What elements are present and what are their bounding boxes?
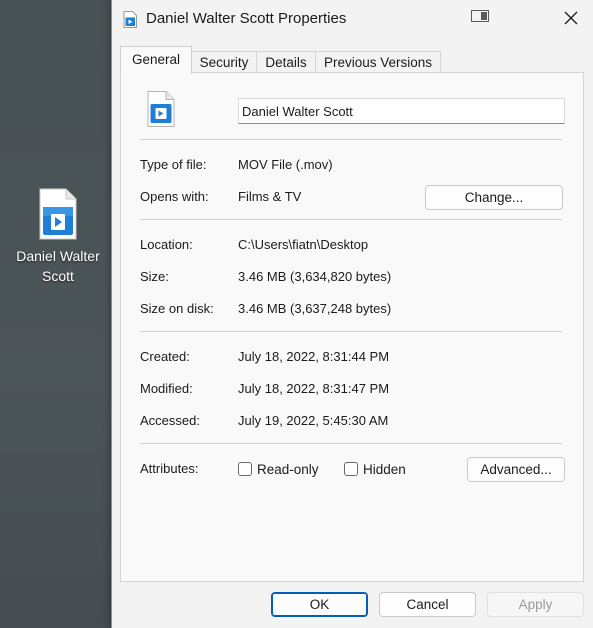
tab-details[interactable]: Details [256,51,316,73]
desktop-file-label: Daniel Walter Scott [16,248,100,284]
snap-layout-icon[interactable] [471,10,489,22]
location-value: C:\Users\fiatn\Desktop [238,237,369,252]
cancel-button[interactable]: Cancel [379,592,476,617]
change-button[interactable]: Change... [425,185,563,210]
type-of-file-label: Type of file: [140,157,207,172]
divider [140,139,562,140]
properties-dialog: Daniel Walter Scott Properties General S… [111,0,593,628]
opens-with-label: Opens with: [140,189,209,204]
size-label: Size: [140,269,169,284]
divider [140,219,562,220]
created-label: Created: [140,349,190,364]
title-bar[interactable]: Daniel Walter Scott Properties [112,0,593,38]
ok-button[interactable]: OK [271,592,368,617]
type-of-file-value: MOV File (.mov) [238,157,333,172]
opens-with-value: Films & TV [238,189,302,204]
read-only-checkbox[interactable] [238,462,252,476]
tab-security[interactable]: Security [191,51,257,73]
read-only-label[interactable]: Read-only [257,462,319,477]
general-panel: Type of file: MOV File (.mov) Opens with… [120,72,584,582]
tab-general[interactable]: General [120,46,192,74]
mov-file-icon [38,188,78,240]
file-name-input[interactable] [238,98,565,124]
window-title: Daniel Walter Scott Properties [146,10,347,27]
hidden-checkbox[interactable] [344,462,358,476]
apply-button[interactable]: Apply [487,592,584,617]
hidden-label[interactable]: Hidden [363,462,406,477]
desktop-file-item[interactable]: Daniel Walter Scott [8,188,108,286]
divider [140,443,562,444]
close-icon[interactable] [564,11,578,25]
size-value: 3.46 MB (3,634,820 bytes) [238,269,392,284]
advanced-button[interactable]: Advanced... [467,457,565,482]
location-label: Location: [140,237,193,252]
accessed-value: July 19, 2022, 5:45:30 AM [238,413,389,428]
mov-file-icon [123,11,137,28]
modified-value: July 18, 2022, 8:31:47 PM [238,381,390,396]
mov-file-icon [147,91,175,127]
attributes-label: Attributes: [140,461,199,476]
modified-label: Modified: [140,381,193,396]
accessed-label: Accessed: [140,413,200,428]
divider [140,331,562,332]
tab-previous-versions[interactable]: Previous Versions [315,51,441,73]
size-on-disk-label: Size on disk: [140,301,214,316]
created-value: July 18, 2022, 8:31:44 PM [238,349,390,364]
size-on-disk-value: 3.46 MB (3,637,248 bytes) [238,301,392,316]
